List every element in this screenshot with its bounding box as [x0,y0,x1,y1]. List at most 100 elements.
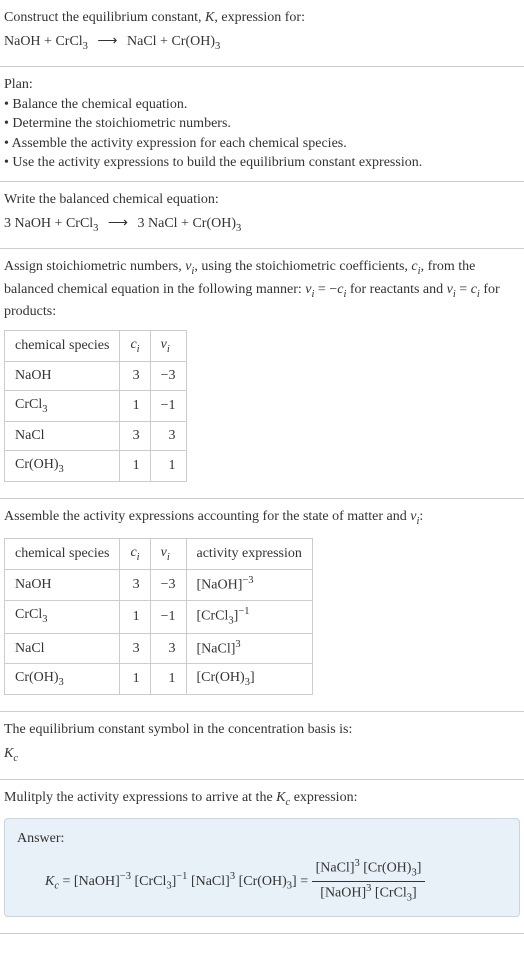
cell-activity: [Cr(OH)3] [186,663,312,694]
plan-title: Plan: [4,75,520,95]
k: K [276,790,285,805]
sup: −1 [176,871,187,882]
eq: = [456,282,471,297]
sub-i: i [137,343,140,354]
plan-item: Assemble the activity expression for eac… [4,134,520,154]
cell-nu: 3 [150,422,186,451]
multiply-text: Mulitply the activity expressions to arr… [4,788,520,810]
den-crcl: [CrCl [371,885,406,900]
assemble-section: Assemble the activity expressions accoun… [0,499,524,712]
act-sup: −3 [242,575,253,586]
sub-3: 3 [42,614,47,625]
cell-activity: [CrCl3]−1 [186,600,312,633]
answer-box: Answer: Kc = [NaOH]−3 [CrCl3]−1 [NaCl]3 … [4,818,520,917]
species-base: Cr(OH) [15,457,59,472]
answer-label: Answer: [17,829,507,849]
table-header-row: chemical species ci νi [5,330,187,361]
table-row: NaCl 3 3 [5,422,187,451]
balanced-lhs: 3 NaOH + CrCl [4,216,93,231]
assign-t2: , using the stoichiometric coefficients, [194,259,411,274]
table-row: Cr(OH)3 1 1 [5,450,187,481]
sub-3: 3 [59,677,64,688]
cell-c: 1 [120,663,150,694]
intro-section: Construct the equilibrium constant, K, e… [0,0,524,67]
act-base: [CrCl [197,608,229,623]
num-croh: [Cr(OH) [360,860,412,875]
cell-c: 1 [120,390,150,421]
cell-nu: −1 [150,600,186,633]
act-sup: −1 [238,606,249,617]
answer-formula: Kc = [NaOH]−3 [CrCl3]−1 [NaCl]3 [Cr(OH)3… [17,857,507,906]
sub-i: i [137,552,140,563]
symbol-section: The equilibrium constant symbol in the c… [0,712,524,779]
cell-nu: −3 [150,362,186,391]
act-base: [Cr(OH) [197,670,245,685]
table-row: CrCl3 1 −1 [CrCl3]−1 [5,600,313,633]
sub-3: 3 [215,40,220,51]
sub-3: 3 [59,464,64,475]
cell-species: NaCl [5,633,120,663]
sub-3: 3 [93,222,98,233]
cell-nu: 1 [150,450,186,481]
plan-item: Balance the chemical equation. [4,95,520,115]
eq: = − [314,282,337,297]
act-base: [NaCl] [197,641,236,656]
header-nu: νi [150,538,186,569]
fraction-numerator: [NaCl]3 [Cr(OH)3] [312,857,426,882]
activity-table: chemical species ci νi activity expressi… [4,538,313,696]
cell-nu: 3 [150,633,186,663]
multiply-section: Mulitply the activity expressions to arr… [0,780,524,934]
cell-nu: 1 [150,663,186,694]
cell-c: 1 [120,450,150,481]
kc-symbol: Kc [4,744,520,766]
cell-c: 3 [120,422,150,451]
plan-item: Use the activity expressions to build th… [4,153,520,173]
table-header-row: chemical species ci νi activity expressi… [5,538,313,569]
close-eq: ] = [292,873,312,888]
header-species: chemical species [5,538,120,569]
den-naoh: [NaOH] [320,885,366,900]
cell-nu: −3 [150,570,186,600]
intro-k: K [205,10,214,25]
arrow-icon: ⟶ [102,216,134,231]
num-nacl: [NaCl] [316,860,355,875]
sub-3: 3 [236,222,241,233]
intro-line1b: , expression for: [214,10,305,25]
sub-3: 3 [42,404,47,415]
products: NaCl + Cr(OH) [127,34,215,49]
header-c: ci [120,538,150,569]
sub-i: i [167,552,170,563]
k: K [45,873,54,888]
cell-c: 3 [120,362,150,391]
close: ] [412,885,417,900]
balanced-equation: 3 NaOH + CrCl3 ⟶ 3 NaCl + Cr(OH)3 [4,214,520,236]
plan-list: Balance the chemical equation. Determine… [4,95,520,173]
header-activity: activity expression [186,538,312,569]
mult-t2: expression: [290,790,357,805]
assign-text: Assign stoichiometric numbers, νi, using… [4,257,520,322]
cell-species: Cr(OH)3 [5,450,120,481]
sup: −3 [120,871,131,882]
cell-species: NaOH [5,570,120,600]
cell-species: CrCl3 [5,390,120,421]
close: ] [417,860,422,875]
croh: [Cr(OH) [235,873,287,888]
close: ] [250,670,255,685]
table-row: NaOH 3 −3 [NaOH]−3 [5,570,313,600]
sub-3: 3 [83,40,88,51]
balanced-rhs: 3 NaCl + Cr(OH) [138,216,237,231]
table-row: Cr(OH)3 1 1 [Cr(OH)3] [5,663,313,694]
assign-t1: Assign stoichiometric numbers, [4,259,185,274]
reactants: NaOH + CrCl [4,34,83,49]
act-base: [NaOH] [197,578,243,593]
unbalanced-equation: NaOH + CrCl3 ⟶ NaCl + Cr(OH)3 [4,32,520,54]
cell-species: Cr(OH)3 [5,663,120,694]
table-row: CrCl3 1 −1 [5,390,187,421]
plan-section: Plan: Balance the chemical equation. Det… [0,67,524,182]
intro-text: Construct the equilibrium constant, K, e… [4,8,520,28]
cell-activity: [NaCl]3 [186,633,312,663]
table-row: NaCl 3 3 [NaCl]3 [5,633,313,663]
assemble-text: Assemble the activity expressions accoun… [4,507,520,529]
cell-c: 1 [120,600,150,633]
species-base: CrCl [15,607,42,622]
